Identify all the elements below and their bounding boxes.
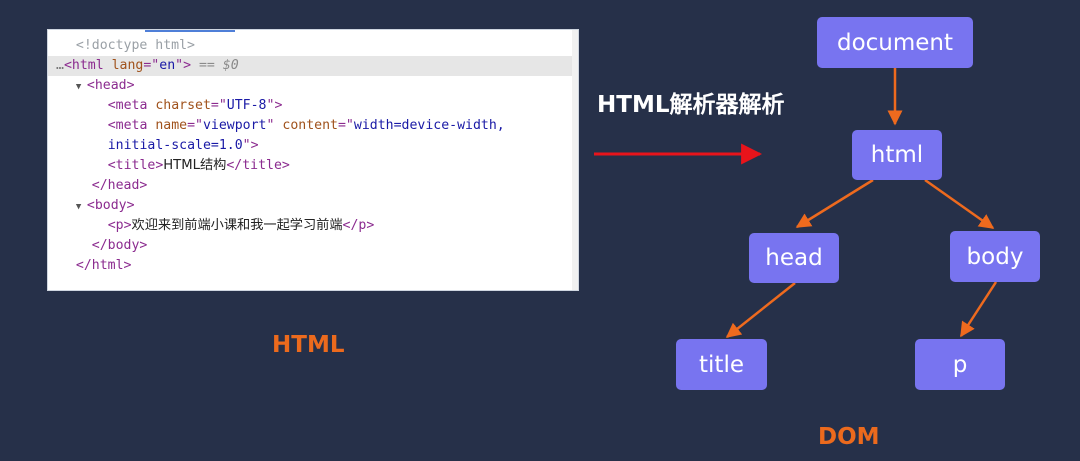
- edge-body-p: [959, 281, 998, 338]
- node-title: title: [676, 339, 767, 390]
- diagram-connectors: [594, 68, 998, 338]
- dom-caption: DOM: [818, 424, 880, 450]
- node-document: document: [817, 17, 973, 68]
- node-body: body: [950, 231, 1040, 282]
- node-p: p: [915, 339, 1005, 390]
- node-head: head: [749, 233, 839, 283]
- edge-html-head: [795, 178, 874, 229]
- edge-html-body: [924, 178, 995, 230]
- node-html: html: [852, 130, 942, 180]
- edge-head-title: [725, 282, 796, 338]
